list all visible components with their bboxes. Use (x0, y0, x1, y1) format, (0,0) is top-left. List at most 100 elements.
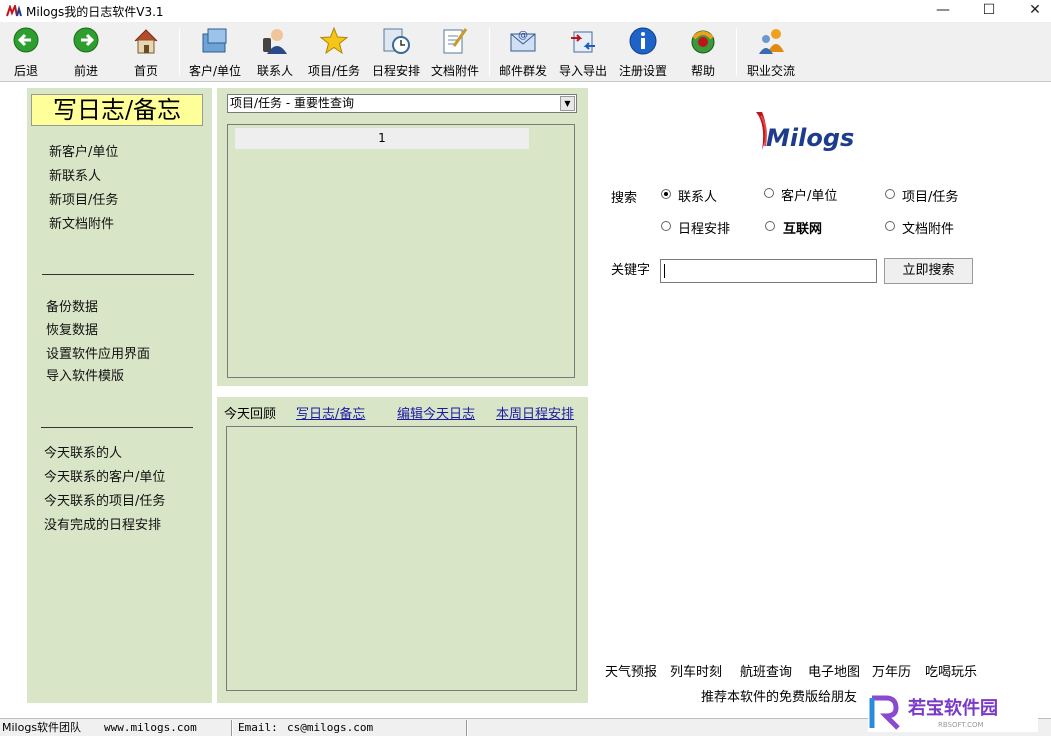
schedule-clock-icon (383, 28, 410, 54)
register-label: 注册设置 (618, 64, 667, 78)
home-button[interactable]: 首页 (124, 26, 168, 80)
radio-schedule-label[interactable]: 日程安排 (678, 218, 730, 237)
write-log-link[interactable]: 写日志/备忘 (296, 403, 365, 422)
radio-docs[interactable] (885, 221, 895, 231)
new-document-link[interactable]: 新文档附件 (49, 213, 114, 232)
back-label: 后退 (13, 64, 38, 78)
search-label: 搜索 (611, 191, 638, 206)
forward-label: 前进 (73, 64, 98, 78)
radio-docs-label[interactable]: 文档附件 (902, 218, 954, 237)
schedule-label: 日程安排 (371, 64, 420, 78)
radio-contacts-label[interactable]: 联系人 (678, 186, 717, 205)
query-panel: 项目/任务 - 重要性查询 ▼ 1 (217, 88, 588, 386)
radio-internet[interactable] (765, 221, 775, 231)
document-pen-icon (443, 28, 468, 54)
write-log-button[interactable]: 写日志/备忘 (31, 94, 203, 126)
home-label: 首页 (133, 64, 158, 78)
calendar-link[interactable]: 万年历 (872, 661, 911, 680)
radio-projects[interactable] (885, 189, 895, 199)
forward-arrow-icon (73, 27, 99, 53)
query-results-list[interactable]: 1 (227, 124, 575, 378)
window-title: Milogs我的日志软件V3.1 (26, 5, 164, 19)
watermark: 若宝软件园 RBSOFT.COM (868, 692, 1038, 732)
flight-link[interactable]: 航班查询 (740, 661, 792, 680)
radio-schedule[interactable] (661, 221, 671, 231)
title-bar: Milogs我的日志软件V3.1 — ☐ ✕ (0, 0, 1051, 22)
today-contacts-link[interactable]: 今天联系的人 (44, 442, 122, 461)
status-team: Milogs软件团队 (2, 721, 82, 734)
keyword-input[interactable] (660, 259, 877, 283)
radio-internet-label[interactable]: 互联网 (783, 218, 822, 237)
watermark-sub: RBSOFT.COM (938, 721, 984, 729)
ui-settings-link[interactable]: 设置软件应用界面 (46, 343, 150, 362)
new-project-link[interactable]: 新项目/任务 (49, 189, 118, 208)
contacts-label: 联系人 (256, 64, 293, 78)
edit-today-log-link[interactable]: 编辑今天日志 (397, 403, 475, 422)
watermark-text: 若宝软件园 (907, 697, 998, 719)
new-client-link[interactable]: 新客户/单位 (49, 141, 118, 160)
forward-button[interactable]: 前进 (64, 26, 108, 80)
svg-text:@: @ (518, 30, 528, 41)
unfinished-schedule-link[interactable]: 没有完成的日程安排 (44, 514, 161, 533)
career-label: 职业交流 (746, 64, 795, 78)
recommend-link[interactable]: 推荐本软件的免费版给朋友 (701, 686, 857, 705)
radio-projects-label[interactable]: 项目/任务 (902, 186, 958, 205)
mail-icon: @ (510, 30, 536, 52)
map-link[interactable]: 电子地图 (808, 661, 860, 680)
today-content-box[interactable] (226, 426, 577, 691)
radio-contacts[interactable] (661, 189, 671, 199)
back-arrow-icon (13, 27, 39, 53)
train-link[interactable]: 列车时刻 (670, 661, 722, 680)
projects-label: 项目/任务 (307, 64, 361, 78)
clients-label: 客户/单位 (188, 64, 242, 78)
help-button[interactable]: 帮助 (682, 26, 724, 80)
new-contact-link[interactable]: 新联系人 (49, 165, 101, 184)
import-export-button[interactable]: 导入导出 (556, 26, 610, 80)
today-clients-link[interactable]: 今天联系的客户/单位 (44, 466, 165, 485)
docs-label: 文档附件 (430, 64, 479, 78)
import-export-label: 导入导出 (558, 64, 607, 78)
contacts-button[interactable]: 联系人 (252, 26, 298, 80)
left-panel: 写日志/备忘 新客户/单位 新联系人 新项目/任务 新文档附件 备份数据 恢复数… (27, 88, 212, 703)
schedule-button[interactable]: 日程安排 (369, 26, 423, 80)
divider (41, 427, 193, 428)
status-site: www.milogs.com (104, 721, 197, 734)
projects-button[interactable]: 项目/任务 (304, 26, 364, 80)
mail-label: 邮件群发 (498, 64, 547, 78)
help-label: 帮助 (690, 64, 715, 78)
import-template-link[interactable]: 导入软件模版 (46, 365, 124, 384)
back-button[interactable]: 后退 (4, 26, 48, 80)
watermark-logo-icon: 若宝软件园 RBSOFT.COM (869, 695, 998, 730)
milogs-logo: Milogs (756, 112, 854, 152)
docs-button[interactable]: 文档附件 (428, 26, 482, 80)
career-button[interactable]: 职业交流 (743, 26, 799, 80)
status-email-label: Email: (238, 721, 278, 734)
clients-button[interactable]: 客户/单位 (184, 26, 246, 80)
food-fun-link[interactable]: 吃喝玩乐 (925, 661, 977, 680)
register-button[interactable]: 注册设置 (615, 26, 671, 80)
maximize-button[interactable]: ☐ (966, 0, 1012, 22)
radio-clients[interactable] (764, 188, 774, 198)
close-button[interactable]: ✕ (1012, 0, 1051, 22)
help-globe-icon (691, 30, 715, 54)
query-select[interactable]: 项目/任务 - 重要性查询 ▼ (227, 94, 577, 113)
search-button[interactable]: 立即搜索 (884, 258, 973, 284)
radio-clients-label[interactable]: 客户/单位 (781, 185, 837, 204)
text-caret (664, 264, 665, 278)
career-people-icon (759, 29, 784, 54)
today-review-label: 今天回顾 (224, 407, 277, 422)
mail-button[interactable]: @ 邮件群发 (495, 26, 551, 80)
info-icon (629, 27, 657, 55)
logo-text: Milogs (766, 124, 854, 152)
today-projects-link[interactable]: 今天联系的项目/任务 (44, 490, 165, 509)
chevron-down-icon[interactable]: ▼ (560, 96, 575, 111)
backup-link[interactable]: 备份数据 (46, 296, 98, 315)
import-export-icon (571, 31, 595, 53)
week-schedule-link[interactable]: 本周日程安排 (496, 403, 574, 422)
restore-link[interactable]: 恢复数据 (46, 319, 98, 338)
minimize-button[interactable]: — (920, 0, 966, 22)
status-email: cs@milogs.com (287, 721, 374, 734)
app-logo-icon (6, 5, 22, 17)
column-header[interactable]: 1 (235, 128, 529, 149)
weather-link[interactable]: 天气预报 (605, 661, 657, 680)
